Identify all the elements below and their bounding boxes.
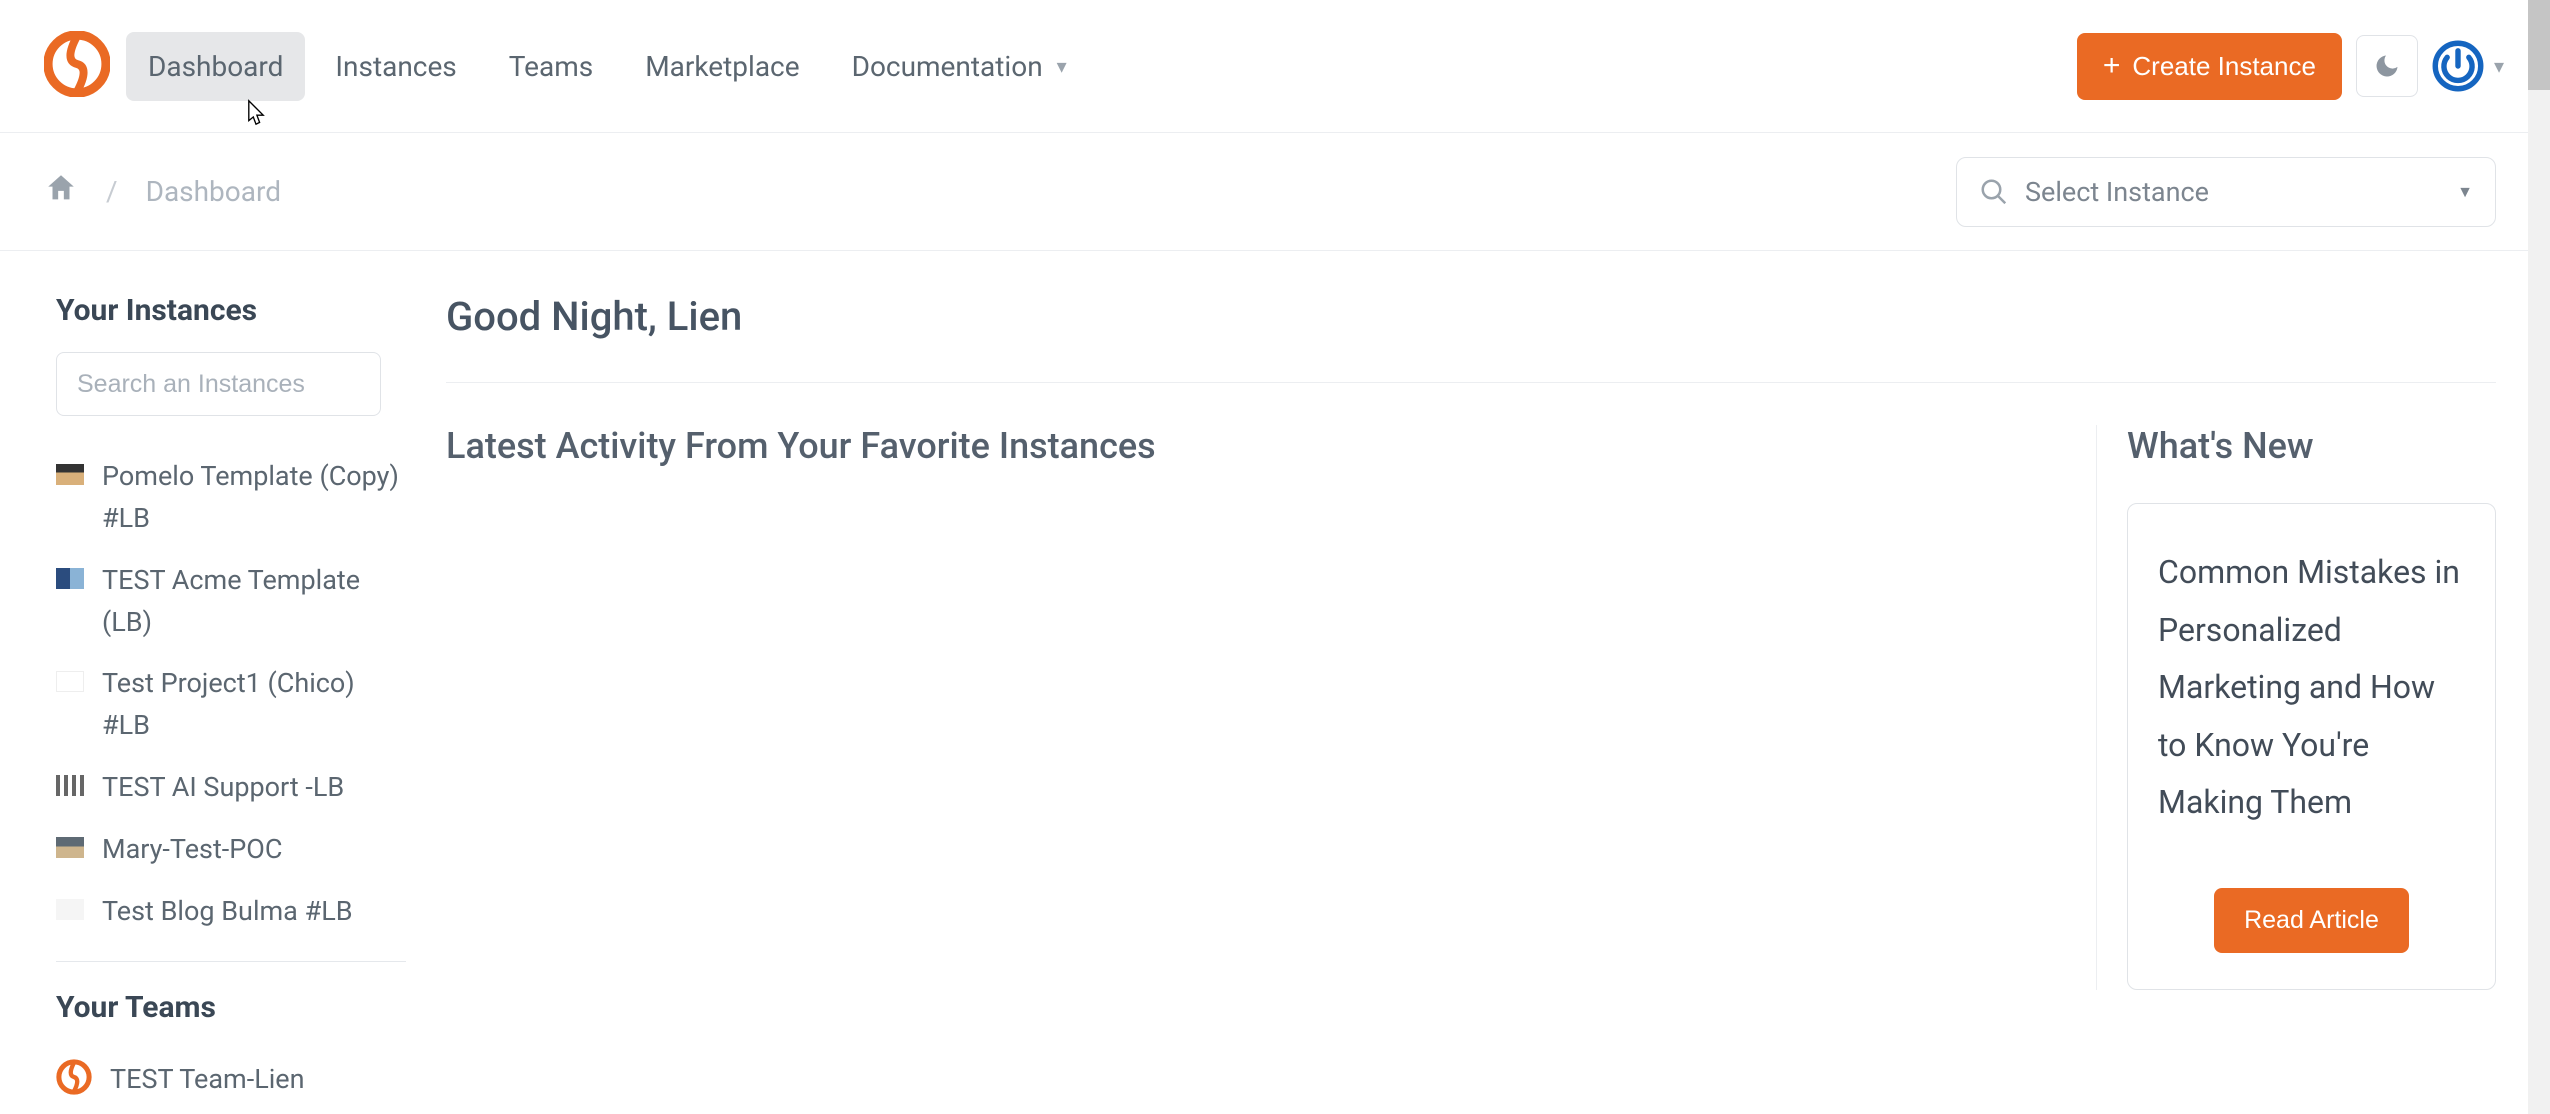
instance-label: TEST Acme Template (LB) <box>102 560 406 644</box>
breadcrumb: / Dashboard <box>44 171 281 212</box>
nav-teams[interactable]: Teams <box>487 32 615 101</box>
chevron-down-icon: ▾ <box>1057 54 1067 78</box>
brand-logo[interactable] <box>44 31 110 101</box>
sub-header: / Dashboard Select Instance ▼ <box>0 133 2528 251</box>
instance-label: TEST AI Support -LB <box>102 767 344 809</box>
list-item[interactable]: Pomelo Template (Copy) #LB <box>56 446 406 550</box>
user-menu[interactable]: ▾ <box>2432 40 2504 92</box>
list-item[interactable]: Test Project1 (Chico) #LB <box>56 653 406 757</box>
list-item[interactable]: TEST Team-Lien <box>56 1049 406 1109</box>
news-card: Common Mistakes in Personalized Marketin… <box>2127 503 2496 990</box>
scrollbar-track[interactable] <box>2528 0 2550 1114</box>
instance-thumbnail <box>56 464 84 485</box>
instance-list: Pomelo Template (Copy) #LB TEST Acme Tem… <box>56 446 406 962</box>
plus-icon: + <box>2103 51 2121 81</box>
list-item[interactable]: Test Blog Bulma #LB <box>56 881 406 943</box>
instance-selector[interactable]: Select Instance ▼ <box>1956 157 2496 227</box>
instance-thumbnail <box>56 899 84 920</box>
whats-new-panel: What's New Common Mistakes in Personaliz… <box>2096 425 2496 990</box>
instance-label: Pomelo Template (Copy) #LB <box>102 456 406 540</box>
your-instances-title: Your Instances <box>56 293 406 328</box>
read-article-button[interactable]: Read Article <box>2214 888 2409 953</box>
activity-title: Latest Activity From Your Favorite Insta… <box>446 425 2076 467</box>
team-label: TEST Team-Lien <box>110 1063 305 1095</box>
team-list: TEST Team-Lien <box>56 1049 406 1109</box>
create-instance-label: Create Instance <box>2132 51 2316 82</box>
list-item[interactable]: TEST Acme Template (LB) <box>56 550 406 654</box>
primary-nav: Dashboard Instances Teams Marketplace Do… <box>126 32 1089 101</box>
nav-documentation-label: Documentation <box>852 50 1043 83</box>
scrollbar-thumb[interactable] <box>2528 0 2550 90</box>
nav-documentation[interactable]: Documentation ▾ <box>830 32 1089 101</box>
chevron-down-icon: ▼ <box>2457 182 2473 202</box>
home-icon[interactable] <box>44 171 78 212</box>
nav-instances[interactable]: Instances <box>313 32 478 101</box>
instance-thumbnail <box>56 568 84 589</box>
list-item[interactable]: TEST AI Support -LB <box>56 757 406 819</box>
instance-thumbnail <box>56 837 84 858</box>
your-teams-title: Your Teams <box>56 990 406 1025</box>
whats-new-title: What's New <box>2127 425 2496 467</box>
sidebar: Your Instances Pomelo Template (Copy) #L… <box>56 293 406 1109</box>
nav-dashboard[interactable]: Dashboard <box>126 32 305 101</box>
instance-selector-placeholder: Select Instance <box>2025 176 2441 208</box>
theme-toggle-button[interactable] <box>2356 35 2418 97</box>
nav-marketplace[interactable]: Marketplace <box>623 32 821 101</box>
team-logo-icon <box>56 1059 92 1099</box>
top-header: Dashboard Instances Teams Marketplace Do… <box>0 0 2528 133</box>
chevron-down-icon: ▾ <box>2494 54 2504 78</box>
search-instances-input[interactable] <box>56 352 381 416</box>
activity-panel: Latest Activity From Your Favorite Insta… <box>446 425 2096 990</box>
breadcrumb-current: Dashboard <box>146 175 281 208</box>
main-content: Good Night, Lien Latest Activity From Yo… <box>446 293 2496 1109</box>
power-icon <box>2432 40 2484 92</box>
list-item[interactable]: Mary-Test-POC <box>56 819 406 881</box>
instance-label: Mary-Test-POC <box>102 829 282 871</box>
instance-thumbnail <box>56 671 84 692</box>
search-icon <box>1979 177 2009 207</box>
news-article-title: Common Mistakes in Personalized Marketin… <box>2158 544 2465 832</box>
moon-icon <box>2373 52 2401 80</box>
instance-thumbnail <box>56 775 84 796</box>
create-instance-button[interactable]: + Create Instance <box>2077 33 2342 100</box>
instance-label: Test Blog Bulma #LB <box>102 891 353 933</box>
instance-label: Test Project1 (Chico) #LB <box>102 663 406 747</box>
breadcrumb-separator: / <box>106 175 118 208</box>
greeting-title: Good Night, Lien <box>446 293 2496 383</box>
